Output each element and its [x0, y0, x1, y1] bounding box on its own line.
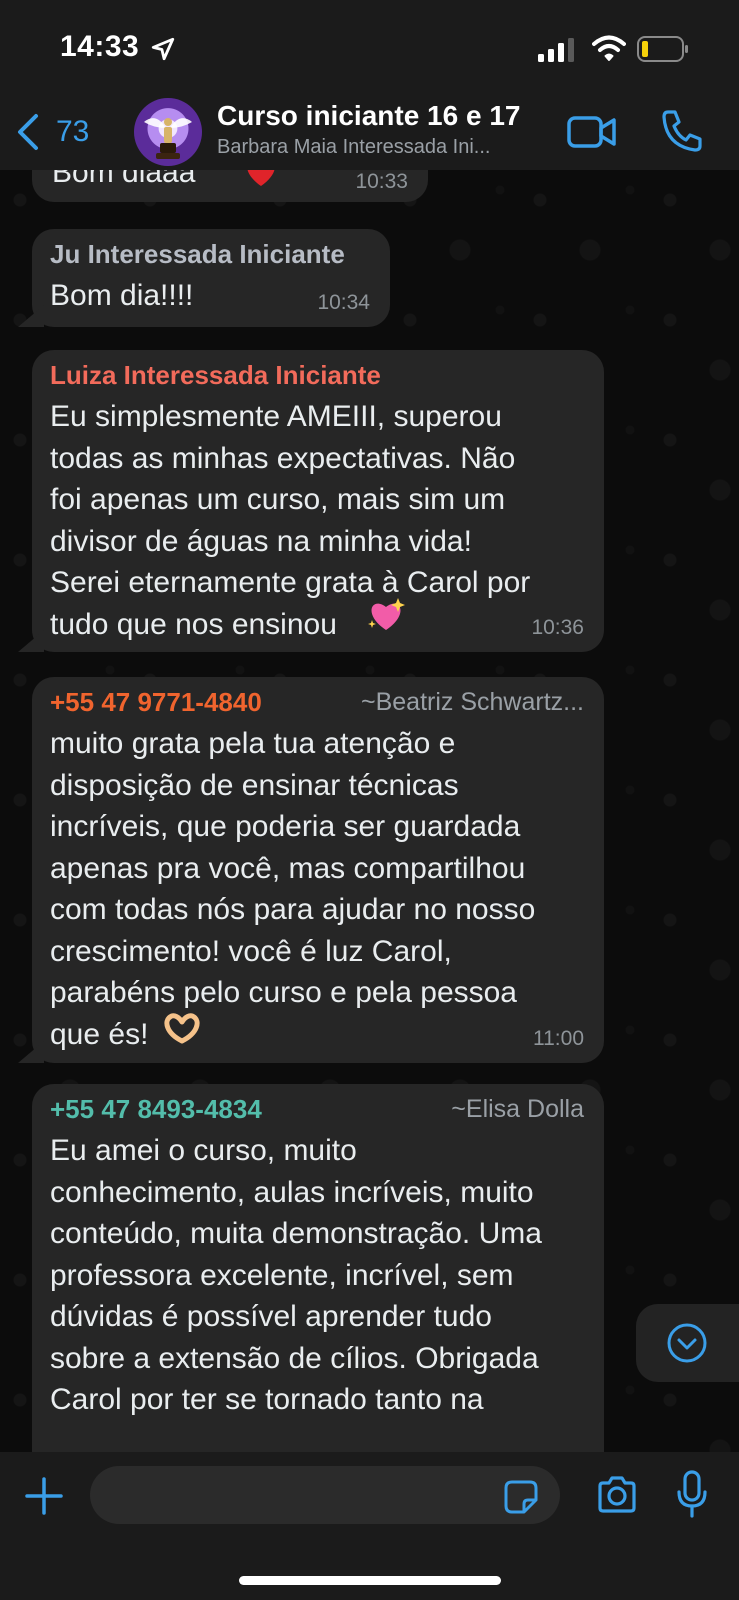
heart-emoji-icon	[247, 170, 275, 186]
chat-members-subtitle[interactable]: Barbara Maia Interessada Ini...	[217, 136, 547, 159]
phone-call-icon[interactable]	[660, 108, 702, 152]
message-sender[interactable]: Ju Interessada Iniciante	[50, 237, 345, 271]
back-button[interactable]: 73	[14, 108, 89, 156]
sparkling-heart-emoji-icon	[368, 598, 405, 630]
group-avatar[interactable]	[134, 98, 202, 166]
composer-bar	[0, 1452, 739, 1600]
message-sender-alias: ~Beatriz Schwartz...	[361, 688, 584, 716]
chat-area[interactable]: Bom diaaa 10:33 Ju Interessada Iniciante…	[0, 170, 739, 1452]
message-sender-phone[interactable]: +55 47 8493-4834	[50, 1092, 262, 1126]
message-text: Eu amei o curso, muito conhecimento, aul…	[50, 1134, 542, 1416]
message-time: 10:33	[355, 170, 408, 193]
battery-icon	[637, 36, 688, 62]
microphone-icon[interactable]	[676, 1470, 708, 1518]
scroll-to-bottom-button[interactable]	[636, 1304, 739, 1382]
message-time: 10:36	[531, 616, 584, 639]
message-bubble[interactable]: Bom diaaa 10:33	[32, 170, 428, 202]
message-text: Eu simplesmente AMEIII, superou todas as…	[50, 400, 531, 641]
message-text: Bom dia!!!!	[50, 279, 194, 312]
heart-hands-emoji-icon	[164, 1013, 200, 1044]
message-text: Bom diaaa	[52, 170, 196, 189]
wifi-icon	[592, 35, 626, 61]
video-call-icon[interactable]	[566, 112, 618, 152]
status-time: 14:33	[60, 30, 140, 63]
message-time: 11:00	[533, 1027, 584, 1050]
message-input[interactable]	[90, 1466, 560, 1524]
chat-title[interactable]: Curso iniciante 16 e 17	[217, 100, 520, 132]
message-sender-alias: ~Elisa Dolla	[451, 1095, 584, 1123]
message-time: 10:34	[317, 291, 370, 314]
angel-statue-icon	[144, 118, 192, 159]
camera-icon[interactable]	[596, 1476, 638, 1514]
message-sender[interactable]: Luiza Interessada Iniciante	[50, 358, 381, 392]
chevron-down-circle-icon	[667, 1323, 707, 1363]
plus-icon[interactable]	[24, 1476, 64, 1516]
message-sender-phone[interactable]: +55 47 9771-4840	[50, 685, 262, 719]
signal-icon	[538, 38, 574, 62]
chat-header: 73 Curso iniciante 16 e 17 Barbara Maia …	[0, 92, 739, 172]
message-bubble[interactable]: +55 47 8493-4834 ~Elisa Dolla Eu amei o …	[32, 1084, 604, 1452]
home-indicator[interactable]	[239, 1576, 501, 1585]
message-bubble[interactable]: Ju Interessada Iniciante Bom dia!!!! 10:…	[32, 229, 390, 327]
message-text: muito grata pela tua atenção e disposiçã…	[50, 727, 536, 1051]
message-bubble[interactable]: Luiza Interessada Iniciante Eu simplesme…	[32, 350, 604, 652]
unread-count: 73	[56, 115, 90, 148]
status-bar: 14:33	[0, 0, 739, 92]
location-arrow-icon	[151, 37, 175, 61]
sticker-icon[interactable]	[504, 1480, 538, 1514]
message-bubble[interactable]: +55 47 9771-4840 ~Beatriz Schwartz... mu…	[32, 677, 604, 1063]
chevron-left-icon	[18, 114, 38, 150]
